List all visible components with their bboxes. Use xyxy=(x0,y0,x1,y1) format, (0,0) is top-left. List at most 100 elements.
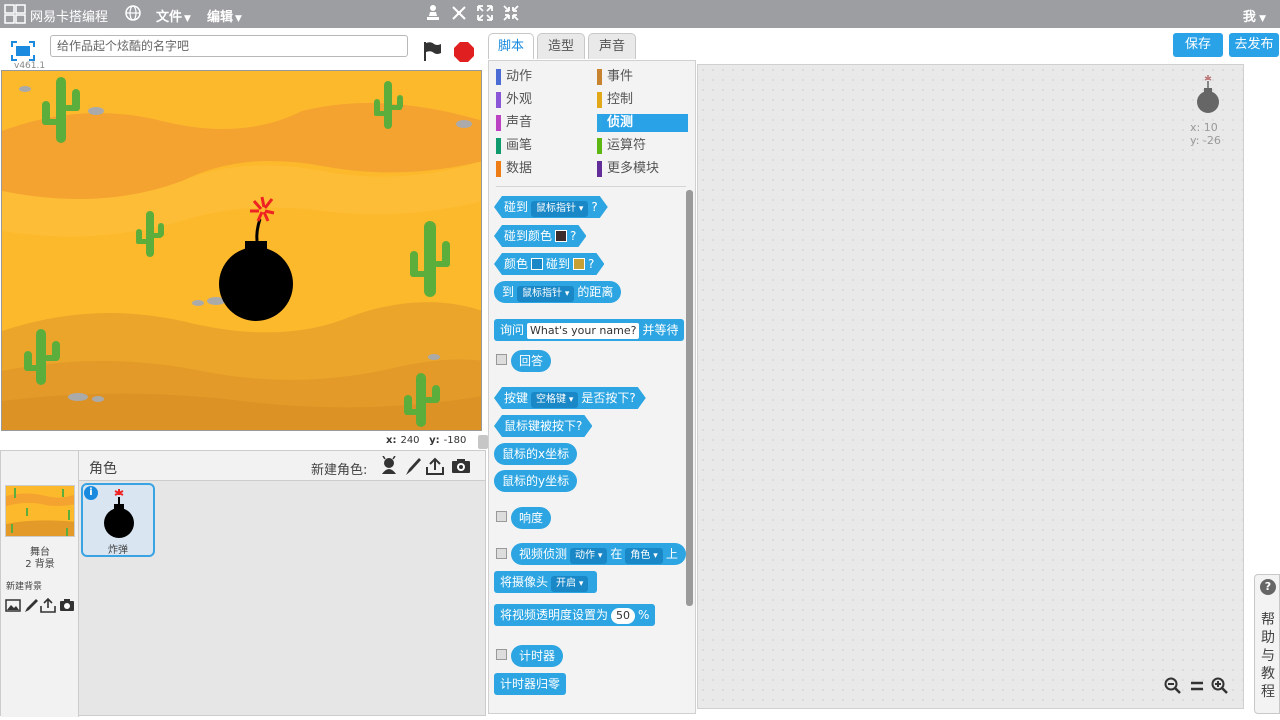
palette-scrollbar[interactable] xyxy=(686,190,693,606)
category-color-bar xyxy=(496,115,501,131)
upload-sprite-icon[interactable] xyxy=(425,456,445,476)
file-menu[interactable]: 文件 ▼ xyxy=(156,6,191,25)
category-color-bar xyxy=(597,69,602,85)
shrink-tool-icon[interactable] xyxy=(502,4,520,22)
block-text: 上 xyxy=(665,547,678,561)
block-touching[interactable]: 碰到鼠标指针? xyxy=(494,196,608,218)
block-video-transparency[interactable]: 将视频透明度设置为 50% xyxy=(494,604,656,626)
block-loudness[interactable]: 响度 xyxy=(511,507,552,529)
block-ask-and-wait[interactable]: 询问 What's your name? 并等待 xyxy=(494,319,685,341)
block-answer[interactable]: 回答 xyxy=(511,350,552,372)
category-sound[interactable]: 声音 xyxy=(496,114,588,132)
block-text: ? xyxy=(591,200,598,214)
grow-tool-icon[interactable] xyxy=(476,4,494,22)
block-input[interactable]: What's your name? xyxy=(527,323,640,339)
block-video-sensing[interactable]: 视频侦测动作在角色上 xyxy=(511,543,686,565)
block-touching-color[interactable]: 碰到颜色? xyxy=(494,225,586,247)
block-reset-timer[interactable]: 计时器归零 xyxy=(494,673,567,695)
color-swatch[interactable] xyxy=(555,230,567,242)
paint-backdrop-icon[interactable] xyxy=(23,597,39,613)
block-dropdown[interactable]: 角色 xyxy=(625,548,663,564)
tab-scripts[interactable]: 脚本 xyxy=(488,33,534,59)
stage-column: 舞台 2 背景 新建背景 xyxy=(1,451,79,717)
block-dropdown[interactable]: 空格键 xyxy=(531,392,578,408)
block-text: 将视频透明度设置为 xyxy=(500,608,609,622)
category-label: 侦测 xyxy=(607,115,634,130)
block-number-input[interactable]: 50 xyxy=(611,608,636,624)
category-operators[interactable]: 运算符 xyxy=(597,137,688,155)
block-text: 是否按下? xyxy=(581,391,636,405)
user-menu[interactable]: 我 ▼ xyxy=(1243,6,1266,25)
block-dropdown[interactable]: 鼠标指针 xyxy=(531,201,588,217)
sprite-panel: 舞台 2 背景 新建背景 角色 新建角色: i 炸弹 xyxy=(0,450,486,717)
category-more-blocks[interactable]: 更多模块 xyxy=(597,160,688,178)
block-timer[interactable]: 计时器 xyxy=(511,645,564,667)
category-pen[interactable]: 画笔 xyxy=(496,137,588,155)
sprite-y-position: y: -26 xyxy=(1190,134,1221,147)
green-flag-icon[interactable] xyxy=(421,40,443,62)
block-turn-video[interactable]: 将摄像头 开启 xyxy=(494,571,598,593)
backdrop-count: 2 背景 xyxy=(25,559,55,570)
globe-icon[interactable] xyxy=(124,4,142,22)
scripts-area[interactable] xyxy=(697,64,1244,709)
help-tab[interactable]: ? 帮助与教程 xyxy=(1254,574,1280,714)
block-mouse-y[interactable]: 鼠标的y坐标 xyxy=(494,470,578,492)
sprite-library-icon[interactable] xyxy=(379,456,399,476)
upload-backdrop-icon[interactable] xyxy=(40,597,56,613)
backdrop-library-icon[interactable] xyxy=(5,597,21,613)
block-text: 碰到 xyxy=(504,200,529,214)
publish-button[interactable]: 去发布 xyxy=(1229,33,1279,57)
block-text: 并等待 xyxy=(642,323,679,337)
category-sensing[interactable]: 侦测 xyxy=(597,114,688,132)
category-events[interactable]: 事件 xyxy=(597,68,688,86)
block-dropdown[interactable]: 开启 xyxy=(551,576,589,592)
block-text: 询问 xyxy=(500,323,525,337)
tab-sounds[interactable]: 声音 xyxy=(588,33,636,59)
stage-collapse-icon[interactable] xyxy=(478,435,488,449)
block-mouse-down[interactable]: 鼠标键被按下? xyxy=(494,415,592,437)
camera-backdrop-icon[interactable] xyxy=(59,597,75,613)
video-checkbox[interactable] xyxy=(496,548,507,559)
delete-tool-icon[interactable] xyxy=(450,4,468,22)
category-color-bar xyxy=(496,138,501,154)
block-text: 颜色 xyxy=(504,257,529,271)
block-dropdown[interactable]: 鼠标指针 xyxy=(517,286,575,302)
save-button[interactable]: 保存 xyxy=(1173,33,1223,57)
loudness-checkbox[interactable] xyxy=(496,511,507,522)
zoom-in-icon[interactable] xyxy=(1211,677,1229,695)
category-looks[interactable]: 外观 xyxy=(496,91,588,109)
project-title-input[interactable] xyxy=(50,35,408,57)
sprites-heading: 角色 xyxy=(89,461,117,477)
block-key-pressed[interactable]: 按键空格键是否按下? xyxy=(494,387,646,409)
fullscreen-icon[interactable] xyxy=(10,40,36,62)
category-motion[interactable]: 动作 xyxy=(496,68,588,86)
stage-canvas[interactable] xyxy=(1,70,482,431)
tab-costumes[interactable]: 造型 xyxy=(537,33,585,59)
block-mouse-x[interactable]: 鼠标的x坐标 xyxy=(494,443,578,465)
stage-thumbnail[interactable] xyxy=(5,485,75,537)
block-dropdown[interactable]: 动作 xyxy=(570,548,608,564)
timer-checkbox[interactable] xyxy=(496,649,507,660)
help-label: 帮助与教程 xyxy=(1261,612,1275,700)
zoom-out-icon[interactable] xyxy=(1164,677,1182,695)
category-data[interactable]: 数据 xyxy=(496,160,588,178)
block-text: ? xyxy=(588,257,595,271)
block-text: 到 xyxy=(502,285,515,299)
edit-menu[interactable]: 编辑 ▼ xyxy=(207,6,242,25)
color-swatch[interactable] xyxy=(573,258,585,270)
paint-sprite-icon[interactable] xyxy=(403,456,423,476)
zoom-reset-icon[interactable] xyxy=(1188,677,1206,695)
category-control[interactable]: 控制 xyxy=(597,91,688,109)
category-color-bar xyxy=(496,161,501,177)
help-icon: ? xyxy=(1260,579,1276,595)
color-swatch[interactable] xyxy=(531,258,543,270)
block-color-touching[interactable]: 颜色 碰到? xyxy=(494,253,604,275)
sprite-thumbnail-bomb[interactable]: i 炸弹 xyxy=(81,483,155,557)
block-distance-to[interactable]: 到鼠标指针的距离 xyxy=(494,281,622,303)
info-icon[interactable]: i xyxy=(84,486,98,500)
duplicate-tool-icon[interactable] xyxy=(424,4,442,22)
stop-icon[interactable] xyxy=(454,42,474,62)
camera-sprite-icon[interactable] xyxy=(451,456,471,476)
block-text: 在 xyxy=(610,547,623,561)
answer-checkbox[interactable] xyxy=(496,354,507,365)
